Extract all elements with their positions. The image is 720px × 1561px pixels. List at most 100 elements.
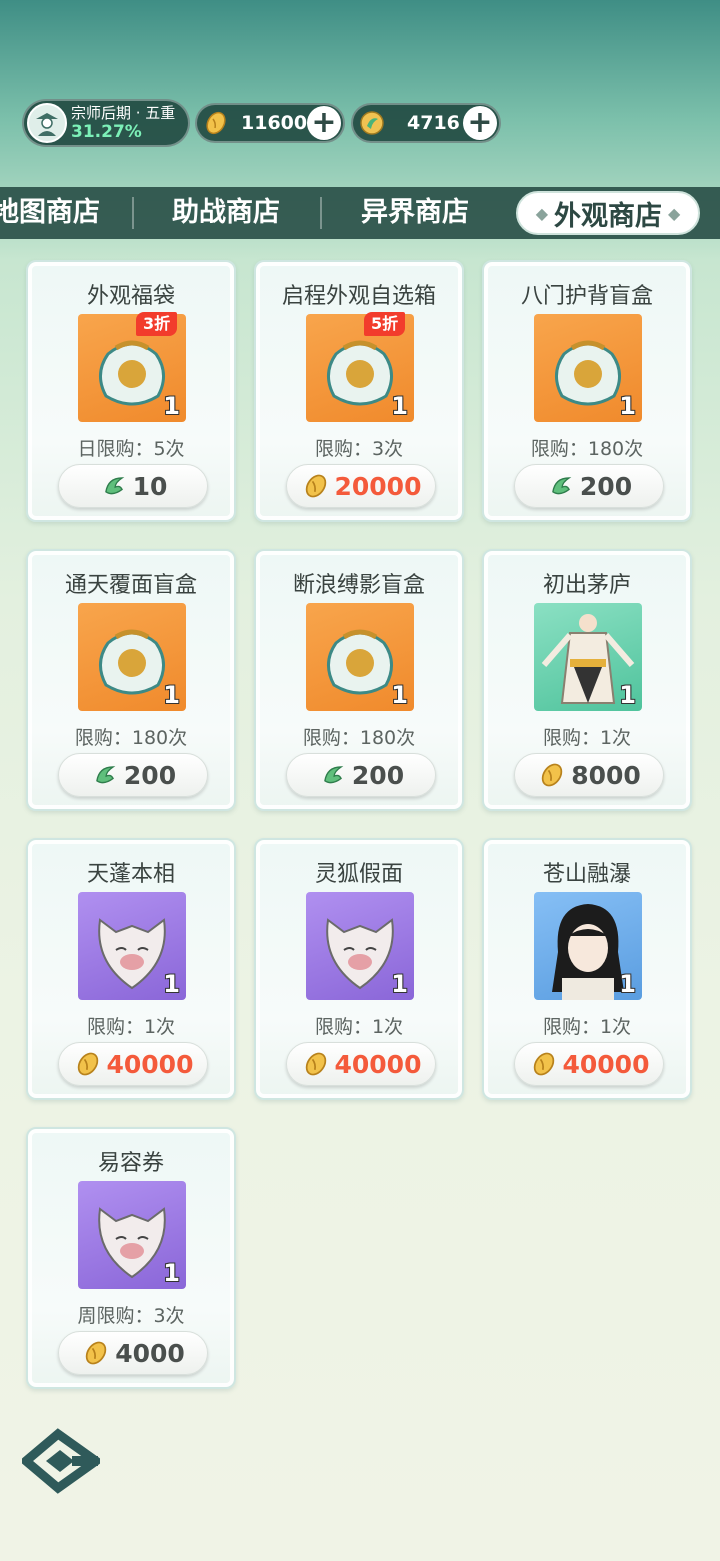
price-value: 40000 bbox=[562, 1049, 650, 1079]
item-quantity: 1 bbox=[619, 681, 636, 709]
gold-currency: 11600 + bbox=[195, 103, 345, 143]
shop-item-card[interactable]: 初出茅庐 1 限购：1次 8000 bbox=[482, 549, 692, 811]
buy-button[interactable]: 40000 bbox=[58, 1042, 208, 1086]
price-value: 200 bbox=[351, 760, 405, 790]
price-value: 8000 bbox=[571, 760, 641, 790]
item-image[interactable]: 1 bbox=[534, 603, 642, 711]
item-quantity: 1 bbox=[163, 1259, 180, 1287]
item-name: 断浪缚影盲盒 bbox=[292, 573, 425, 598]
diamond-ornament-icon: ◆ bbox=[535, 203, 548, 223]
item-image[interactable]: 1 bbox=[534, 892, 642, 1000]
item-quantity: 1 bbox=[391, 970, 408, 998]
jade-currency: 4716 + bbox=[351, 103, 501, 143]
gold-coin-icon bbox=[537, 760, 567, 790]
gold-value: 11600 bbox=[241, 112, 308, 134]
tab-divider bbox=[132, 197, 134, 229]
item-quantity: 1 bbox=[619, 392, 636, 420]
tab-appearance-shop[interactable]: ◆ 外观商店 ◆ bbox=[516, 191, 700, 235]
jade-icon bbox=[318, 760, 348, 790]
item-quantity: 1 bbox=[391, 681, 408, 709]
item-image[interactable]: 1 bbox=[78, 892, 186, 1000]
shop-item-card[interactable]: 外观福袋 1 3折日限购：5次 10 bbox=[26, 260, 236, 522]
gold-coin-icon bbox=[201, 108, 231, 138]
rank-title: 宗师后期 · 五重 bbox=[71, 104, 176, 122]
buy-button[interactable]: 200 bbox=[58, 753, 208, 797]
buy-button[interactable]: 200 bbox=[286, 753, 436, 797]
shop-item-card[interactable]: 断浪缚影盲盒 1 限购：180次 200 bbox=[254, 549, 464, 811]
purchase-limit: 限购：180次 bbox=[74, 727, 188, 749]
tab-map-shop[interactable]: 地图商店 bbox=[0, 187, 100, 239]
diamond-ornament-icon: ◆ bbox=[668, 203, 681, 223]
jade-icon bbox=[90, 760, 120, 790]
shop-item-card[interactable]: 苍山融瀑 1 限购：1次 40000 bbox=[482, 838, 692, 1100]
tab-label: 外观商店 bbox=[554, 200, 662, 232]
item-image[interactable]: 1 bbox=[78, 603, 186, 711]
price-value: 40000 bbox=[334, 1049, 422, 1079]
shop-item-card[interactable]: 八门护背盲盒 1 限购：180次 200 bbox=[482, 260, 692, 522]
item-name: 苍山融瀑 bbox=[542, 862, 631, 887]
price-value: 200 bbox=[123, 760, 177, 790]
discount-badge: 5折 bbox=[364, 312, 406, 336]
item-name: 天蓬本相 bbox=[86, 862, 175, 887]
plus-icon: + bbox=[467, 105, 493, 140]
gold-coin-icon bbox=[81, 1338, 111, 1368]
rank-avatar-icon bbox=[27, 103, 67, 143]
shop-item-card[interactable]: 通天覆面盲盒 1 限购：180次 200 bbox=[26, 549, 236, 811]
item-quantity: 1 bbox=[163, 970, 180, 998]
item-name: 通天覆面盲盒 bbox=[64, 573, 197, 598]
shop-item-card[interactable]: 天蓬本相 1 限购：1次 40000 bbox=[26, 838, 236, 1100]
add-jade-button[interactable]: + bbox=[463, 106, 497, 140]
price-value: 4000 bbox=[115, 1338, 185, 1368]
shop-item-card[interactable]: 灵狐假面 1 限购：1次 40000 bbox=[254, 838, 464, 1100]
menu-logo-icon[interactable] bbox=[19, 1428, 104, 1494]
rank-badge[interactable]: 宗师后期 · 五重 31.27% bbox=[22, 99, 190, 147]
purchase-limit: 周限购：3次 bbox=[77, 1305, 185, 1327]
gold-coin-icon bbox=[301, 471, 331, 501]
jade-icon bbox=[546, 471, 576, 501]
item-quantity: 1 bbox=[619, 970, 636, 998]
item-name: 易容券 bbox=[97, 1151, 164, 1176]
item-image[interactable]: 1 bbox=[78, 1181, 186, 1289]
purchase-limit: 限购：1次 bbox=[86, 1016, 176, 1038]
item-name: 初出茅庐 bbox=[542, 573, 631, 598]
purchase-limit: 限购：1次 bbox=[542, 1016, 632, 1038]
gold-coin-icon bbox=[73, 1049, 103, 1079]
buy-button[interactable]: 10 bbox=[58, 464, 208, 508]
buy-button[interactable]: 8000 bbox=[514, 753, 664, 797]
plus-icon: + bbox=[311, 105, 337, 140]
purchase-limit: 日限购：5次 bbox=[77, 438, 185, 460]
rank-progress: 31.27% bbox=[71, 122, 142, 142]
tab-otherworld-shop[interactable]: 异界商店 bbox=[361, 187, 469, 239]
price-value: 10 bbox=[132, 471, 168, 501]
gold-coin-icon bbox=[301, 1049, 331, 1079]
jade-icon bbox=[99, 471, 129, 501]
buy-button[interactable]: 20000 bbox=[286, 464, 436, 508]
shop-item-card[interactable]: 启程外观自选箱 1 5折 限购：3次 20000 bbox=[254, 260, 464, 522]
item-quantity: 1 bbox=[163, 392, 180, 420]
buy-button[interactable]: 40000 bbox=[286, 1042, 436, 1086]
tab-assist-shop[interactable]: 助战商店 bbox=[172, 187, 280, 239]
purchase-limit: 限购：180次 bbox=[530, 438, 644, 460]
item-image[interactable]: 1 bbox=[306, 892, 414, 1000]
purchase-limit: 限购：1次 bbox=[542, 727, 632, 749]
buy-button[interactable]: 40000 bbox=[514, 1042, 664, 1086]
tab-divider bbox=[320, 197, 322, 229]
jade-value: 4716 bbox=[407, 112, 460, 134]
shop-item-card[interactable]: 易容券 1 周限购：3次 4000 bbox=[26, 1127, 236, 1389]
gold-coin-icon bbox=[529, 1049, 559, 1079]
purchase-limit: 限购：1次 bbox=[314, 1016, 404, 1038]
jade-icon bbox=[357, 108, 387, 138]
shop-tab-bar: 地图商店 助战商店 异界商店 ◆ 外观商店 ◆ bbox=[0, 187, 720, 239]
item-image[interactable]: 1 bbox=[534, 314, 642, 422]
buy-button[interactable]: 200 bbox=[514, 464, 664, 508]
item-image[interactable]: 1 bbox=[306, 603, 414, 711]
purchase-limit: 限购：180次 bbox=[302, 727, 416, 749]
add-gold-button[interactable]: + bbox=[307, 106, 341, 140]
item-name: 外观福袋 bbox=[86, 284, 175, 309]
item-quantity: 1 bbox=[163, 681, 180, 709]
purchase-limit: 限购：3次 bbox=[314, 438, 404, 460]
discount-badge: 3折 bbox=[136, 312, 178, 336]
item-name: 启程外观自选箱 bbox=[281, 284, 436, 309]
price-value: 40000 bbox=[106, 1049, 194, 1079]
buy-button[interactable]: 4000 bbox=[58, 1331, 208, 1375]
